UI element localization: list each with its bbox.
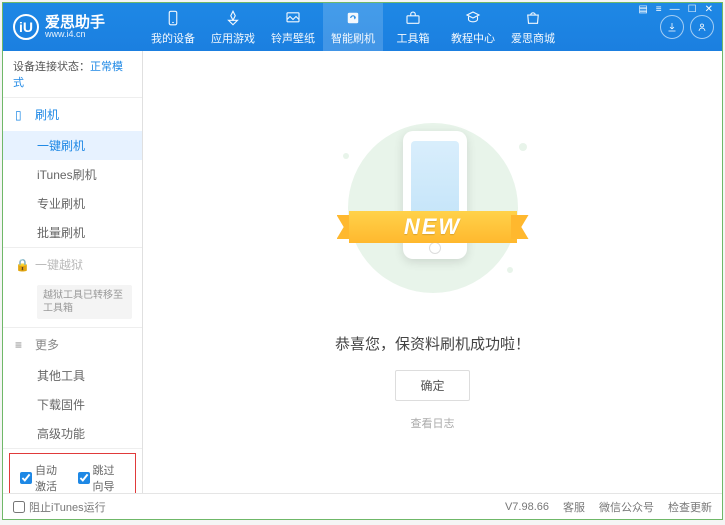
nav-ringtone[interactable]: 铃声壁纸 bbox=[263, 3, 323, 51]
menu-icon: ≡ bbox=[15, 338, 29, 352]
sidebar-item-itunes[interactable]: iTunes刷机 bbox=[3, 160, 142, 189]
nav-store[interactable]: 爱思商城 bbox=[503, 3, 563, 51]
account-controls bbox=[660, 15, 722, 39]
sidebar-item-oneclick[interactable]: 一键刷机 bbox=[3, 131, 142, 160]
top-nav: 我的设备 应用游戏 铃声壁纸 智能刷机 工具箱 教程中心 爱思商城 bbox=[143, 3, 660, 51]
sidebar-header-more[interactable]: ≡更多 bbox=[3, 328, 142, 361]
nav-device[interactable]: 我的设备 bbox=[143, 3, 203, 51]
view-log-link[interactable]: 查看日志 bbox=[411, 415, 455, 431]
sidebar-item-pro[interactable]: 专业刷机 bbox=[3, 189, 142, 218]
phone-flash-icon: ▯ bbox=[15, 108, 29, 122]
nav-apps[interactable]: 应用游戏 bbox=[203, 3, 263, 51]
sidebar-item-firmware[interactable]: 下载固件 bbox=[3, 390, 142, 419]
ok-button[interactable]: 确定 bbox=[395, 370, 469, 401]
user-icon[interactable] bbox=[690, 15, 714, 39]
footer-wechat[interactable]: 微信公众号 bbox=[599, 499, 654, 515]
toolbox-icon bbox=[404, 9, 422, 27]
feedback-icon[interactable]: ≡ bbox=[653, 4, 665, 15]
app-url: www.i4.cn bbox=[45, 30, 105, 39]
version-label: V7.98.66 bbox=[505, 501, 549, 513]
sidebar-item-advanced[interactable]: 高级功能 bbox=[3, 419, 142, 448]
titlebar: ▤ ≡ — ☐ ✕ iU 爱思助手 www.i4.cn 我的设备 应用游戏 铃声… bbox=[3, 3, 722, 51]
app-name: 爱思助手 bbox=[45, 15, 105, 30]
main-content: NEW 恭喜您，保资料刷机成功啦！ 确定 查看日志 bbox=[143, 51, 722, 493]
sidebar-header-flash[interactable]: ▯刷机 bbox=[3, 98, 142, 131]
store-icon bbox=[524, 9, 542, 27]
nav-toolbox[interactable]: 工具箱 bbox=[383, 3, 443, 51]
nav-flash[interactable]: 智能刷机 bbox=[323, 3, 383, 51]
sidebar-header-jailbreak[interactable]: 🔒一键越狱 bbox=[3, 248, 142, 281]
sidebar-item-batch[interactable]: 批量刷机 bbox=[3, 218, 142, 247]
logo-icon: iU bbox=[13, 14, 39, 40]
apps-icon bbox=[224, 9, 242, 27]
settings-icon[interactable]: ▤ bbox=[635, 4, 650, 15]
success-message: 恭喜您，保资料刷机成功啦！ bbox=[335, 333, 530, 354]
new-ribbon: NEW bbox=[337, 205, 529, 249]
window-controls: ▤ ≡ — ☐ ✕ bbox=[629, 2, 722, 17]
jailbreak-note: 越狱工具已转移至工具箱 bbox=[37, 285, 132, 319]
footer-update[interactable]: 检查更新 bbox=[668, 499, 712, 515]
checkbox-auto-activate[interactable]: 自动激活 bbox=[20, 462, 68, 493]
maximize-icon[interactable]: ☐ bbox=[685, 4, 700, 15]
refresh-icon bbox=[344, 9, 362, 27]
tutorial-icon bbox=[464, 9, 482, 27]
wallpaper-icon bbox=[284, 9, 302, 27]
flash-options: 自动激活 跳过向导 bbox=[9, 453, 136, 493]
footer: 阻止iTunes运行 V7.98.66 客服 微信公众号 检查更新 bbox=[3, 493, 722, 519]
nav-tutorial[interactable]: 教程中心 bbox=[443, 3, 503, 51]
sidebar: 设备连接状态：正常模式 ▯刷机 一键刷机 iTunes刷机 专业刷机 批量刷机 … bbox=[3, 51, 143, 493]
minimize-icon[interactable]: — bbox=[667, 4, 683, 15]
checkbox-block-itunes[interactable]: 阻止iTunes运行 bbox=[13, 499, 106, 515]
sidebar-item-other[interactable]: 其他工具 bbox=[3, 361, 142, 390]
success-illustration: NEW bbox=[333, 113, 533, 313]
download-icon[interactable] bbox=[660, 15, 684, 39]
close-icon[interactable]: ✕ bbox=[702, 4, 716, 15]
footer-support[interactable]: 客服 bbox=[563, 499, 585, 515]
lock-icon: 🔒 bbox=[15, 258, 29, 272]
checkbox-skip-guide[interactable]: 跳过向导 bbox=[78, 462, 126, 493]
connection-status: 设备连接状态：正常模式 bbox=[3, 51, 142, 98]
logo: iU 爱思助手 www.i4.cn bbox=[3, 14, 143, 40]
phone-icon bbox=[164, 9, 182, 27]
